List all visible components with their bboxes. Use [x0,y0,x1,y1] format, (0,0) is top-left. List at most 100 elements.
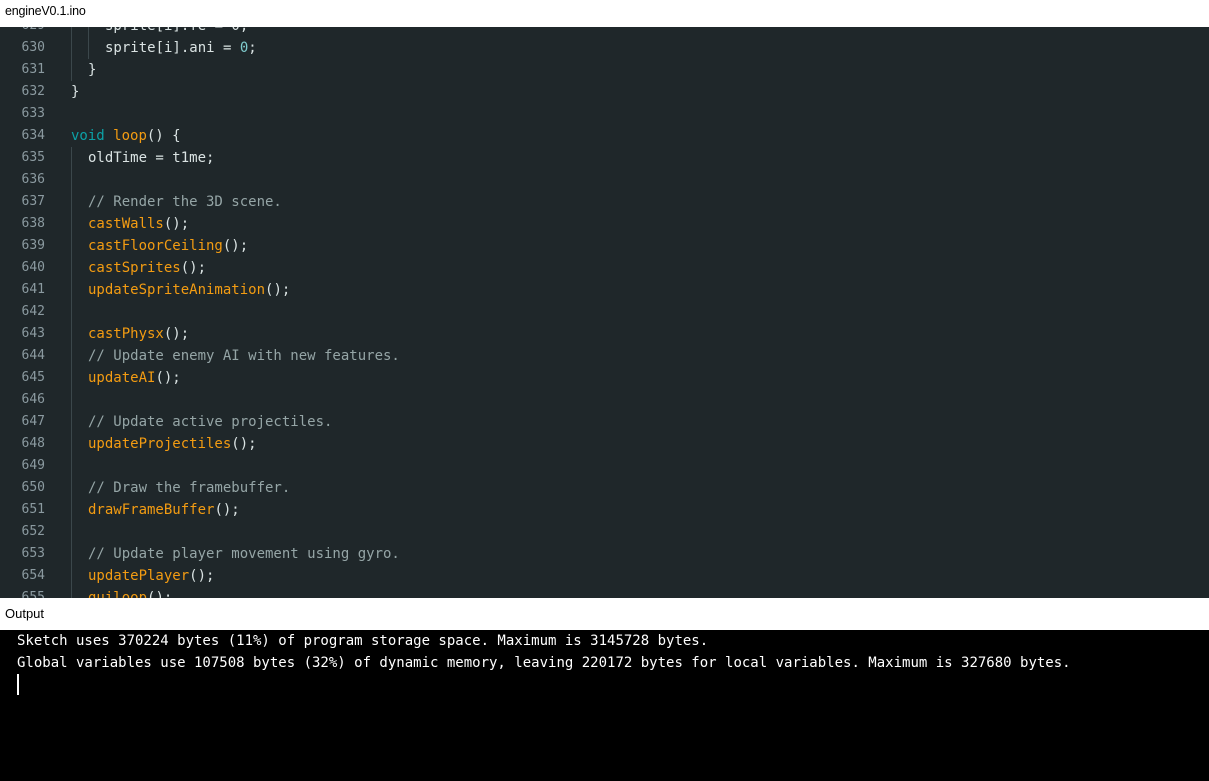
code-token: sprite[i].fe = 0; [105,27,248,34]
code-line[interactable]: 640 castSprites(); [0,257,1209,279]
code-token: (); [155,370,181,386]
code-line[interactable]: 633 [0,103,1209,125]
code-token: // Update player movement using gyro. [88,546,400,562]
line-number: 650 [21,480,45,495]
code-token: (); [214,502,240,518]
output-panel-title: Output [0,598,1209,630]
line-number: 635 [21,150,45,165]
code-line[interactable]: 655 guiloop(); [0,587,1209,598]
code-line[interactable]: 639 castFloorCeiling(); [0,235,1209,257]
code-line[interactable]: 646 [0,389,1209,411]
code-text: updateSpriteAnimation(); [88,279,290,301]
indent-guide [71,37,72,59]
code-line[interactable]: 641 updateSpriteAnimation(); [0,279,1209,301]
code-line[interactable]: 629 sprite[i].fe = 0; [0,27,1209,37]
code-text: castPhysx(); [88,323,189,345]
indent-guide [71,169,72,191]
code-token: (); [180,260,207,276]
tab-bar: engineV0.1.ino [0,0,1209,27]
editor-scrollbar[interactable] [1201,27,1209,598]
code-text: updateProjectiles(); [88,433,257,455]
code-line[interactable]: 643 castPhysx(); [0,323,1209,345]
code-token: castWalls [88,216,164,232]
indent-guide [71,565,72,587]
text-cursor [17,674,19,695]
code-line[interactable]: 653 // Update player movement using gyro. [0,543,1209,565]
indent-guide [71,455,72,477]
code-text: // Render the 3D scene. [88,191,282,213]
code-line[interactable]: 648 updateProjectiles(); [0,433,1209,455]
line-number: 653 [21,546,45,561]
console-line: Global variables use 107508 bytes (32%) … [17,655,1071,671]
code-line[interactable]: 634 void loop() { [0,125,1209,147]
code-text: sprite[i].ani = 0; [105,37,257,59]
indent-guide [71,213,72,235]
console-line: Sketch uses 370224 bytes (11%) of progra… [17,633,709,649]
line-number: 633 [21,106,45,121]
line-number: 639 [21,238,45,253]
line-number: 649 [21,458,45,473]
code-line[interactable]: 637 // Render the 3D scene. [0,191,1209,213]
indent-guide [88,27,89,37]
code-token: ; [248,40,257,56]
code-editor[interactable]: 629 sprite[i].fe = 0; 630 sprite[i].ani = 0… [0,27,1209,598]
code-token: castSprites [88,260,181,276]
line-number: 637 [21,194,45,209]
code-line[interactable]: 652 [0,521,1209,543]
code-token: loop [113,128,147,144]
code-line[interactable]: 630 sprite[i].ani = 0; [0,37,1209,59]
code-token: updateProjectiles [88,436,232,452]
line-number: 644 [21,348,45,363]
code-line[interactable]: 642 [0,301,1209,323]
indent-guide [71,257,72,279]
line-number: 646 [21,392,45,407]
code-token: guiloop [88,590,148,598]
code-line[interactable]: 635 oldTime = t1me; [0,147,1209,169]
code-token: castPhysx [88,326,164,342]
code-token: // Update enemy AI with new features. [88,348,400,364]
code-line[interactable]: 645 updateAI(); [0,367,1209,389]
code-token: updatePlayer [88,568,190,584]
code-text: sprite[i].fe = 0; [105,27,248,37]
code-token: (); [222,238,249,254]
code-line[interactable]: 654 updatePlayer(); [0,565,1209,587]
code-line[interactable]: 647 // Update active projectiles. [0,411,1209,433]
code-line[interactable]: 650 // Draw the framebuffer. [0,477,1209,499]
indent-guide [71,59,72,81]
code-text: castFloorCeiling(); [88,235,248,257]
code-line[interactable]: 651 drawFrameBuffer(); [0,499,1209,521]
code-line[interactable]: 638 castWalls(); [0,213,1209,235]
code-token: } [88,62,97,78]
code-token: (); [163,216,190,232]
code-line[interactable]: 644 // Update enemy AI with new features. [0,345,1209,367]
code-text: castSprites(); [88,257,206,279]
code-token: (); [265,282,291,298]
code-token: oldTime = t1me; [88,150,215,166]
code-token: (); [189,568,215,584]
code-text: // Update enemy AI with new features. [88,345,400,367]
line-number: 645 [21,370,45,385]
line-number: 630 [21,40,45,55]
code-text: // Update active projectiles. [88,411,332,433]
code-area[interactable]: 629 sprite[i].fe = 0; 630 sprite[i].ani = 0… [0,27,1209,598]
code-token: () { [146,128,181,144]
indent-guide [71,27,72,37]
output-console[interactable]: Sketch uses 370224 bytes (11%) of progra… [0,630,1209,781]
line-number: 643 [21,326,45,341]
code-text: guiloop(); [88,587,172,598]
indent-guide [71,499,72,521]
code-token: castFloorCeiling [88,238,223,254]
code-line[interactable]: 632} [0,81,1209,103]
indent-guide [71,543,72,565]
code-line[interactable]: 631} [0,59,1209,81]
indent-guide [71,345,72,367]
code-line[interactable]: 649 [0,455,1209,477]
code-token: sprite[i].ani = [105,40,240,56]
line-number: 647 [21,414,45,429]
code-text: // Draw the framebuffer. [88,477,290,499]
file-tab[interactable]: engineV0.1.ino [0,0,104,27]
line-number: 629 [0,27,45,37]
indent-guide [71,521,72,543]
line-number: 655 [21,590,45,598]
code-line[interactable]: 636 [0,169,1209,191]
